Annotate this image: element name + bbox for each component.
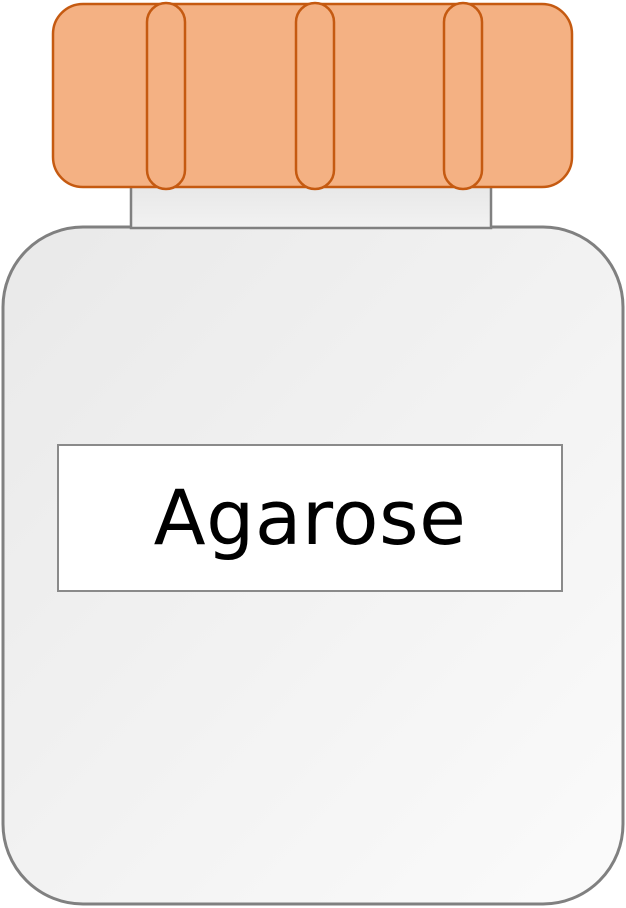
agarose-jar-diagram: Agarose: [0, 0, 626, 908]
jar-label-text: Agarose: [153, 473, 467, 562]
cap-rib: [294, 1, 336, 191]
jar-label: Agarose: [57, 444, 563, 592]
cap-rib: [145, 1, 187, 191]
cap-rib: [442, 1, 484, 191]
